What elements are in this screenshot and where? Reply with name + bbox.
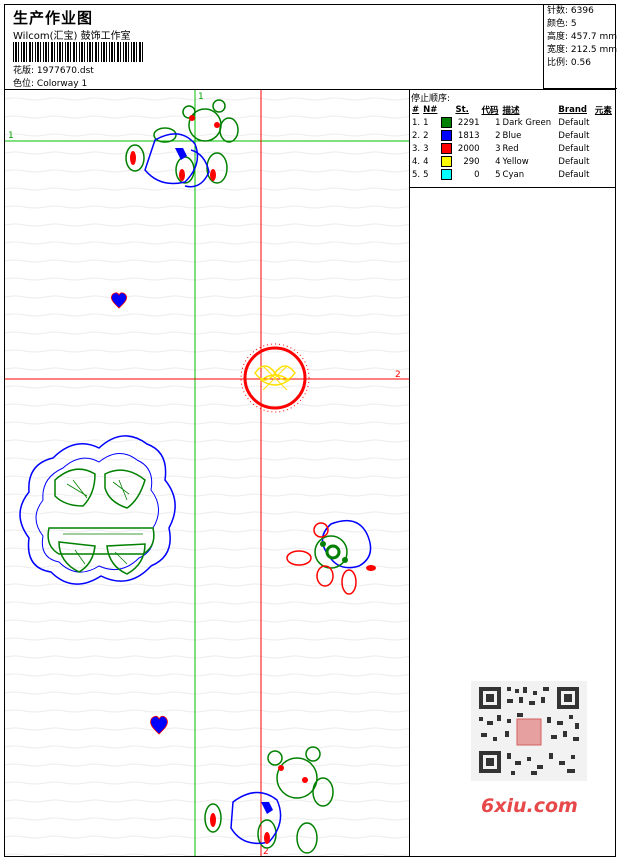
row-brand: Default (558, 143, 590, 154)
table-row: 1. 1 2291 1 Dark Green Default (411, 116, 615, 129)
table-row: 5. 5 0 5 Cyan Default (411, 168, 615, 181)
row-swatch (440, 129, 454, 142)
guide-h1-label: 1 (8, 131, 14, 141)
color-swatch (441, 156, 453, 167)
design-width: 宽度: 212.5 mm (547, 45, 618, 55)
stop-sequence-title: 停止顺序: (411, 94, 451, 104)
row-brand: Default (558, 117, 590, 128)
stop-sequence-table: # N# St. 代码 描述 Brand 元素 1. 1 2291 1 Dark Gre… (411, 103, 615, 181)
color-swatch (441, 169, 453, 180)
company-name: Wilcom(汇宝) 鼓饰工作室 (13, 31, 131, 42)
row-element (594, 116, 615, 129)
col-code: 代码 (481, 105, 499, 116)
row-desc: Yellow (502, 156, 529, 167)
col-brand: Brand (558, 104, 587, 115)
row-swatch (440, 168, 454, 181)
guide-h2-label: 2 (395, 370, 401, 380)
row-element (594, 168, 615, 181)
row-code: 4 (495, 156, 501, 167)
row-stitches: 1813 (457, 130, 480, 141)
row-swatch (440, 142, 454, 155)
row-code: 1 (495, 117, 501, 128)
color-count: 颜色: 5 (547, 19, 577, 29)
barcode (13, 42, 143, 62)
row-desc: Cyan (502, 169, 525, 180)
color-swatch (441, 143, 453, 154)
production-worksheet: 生产作业图 Wilcom(汇宝) 鼓饰工作室 花版: 1977670.dst 色… (4, 4, 617, 857)
page-title: 生产作业图 (13, 9, 94, 27)
qr-code (471, 681, 587, 781)
table-row: 4. 4 290 4 Yellow Default (411, 155, 615, 168)
row-element (594, 142, 615, 155)
row-needle: 3 (423, 143, 429, 154)
row-stitches: 2000 (457, 143, 480, 154)
table-bottom-line (410, 187, 615, 188)
guide-v1-label: 1 (198, 92, 204, 102)
design-file: 1977670.dst (36, 66, 94, 76)
row-desc: Dark Green (502, 117, 552, 128)
row-desc: Red (502, 143, 519, 154)
row-stitches: 290 (463, 156, 480, 167)
row-element (594, 129, 615, 142)
colorway-value: Colorway 1 (36, 79, 88, 89)
row-num: 5. (412, 169, 421, 180)
row-stitches: 2291 (457, 117, 480, 128)
row-needle: 2 (423, 130, 429, 141)
row-brand: Default (558, 130, 590, 141)
design-file-line: 花版: 1977670.dst (13, 63, 94, 76)
row-num: 2. (412, 130, 421, 141)
col-stitches: St. (455, 104, 469, 115)
colorway-line: 色位: Colorway 1 (13, 76, 87, 89)
design-label: 花版: (13, 66, 35, 76)
row-code: 5 (495, 169, 501, 180)
row-num: 4. (412, 156, 421, 167)
col-desc: 描述 (502, 105, 520, 116)
design-height: 高度: 457.7 mm (547, 32, 618, 42)
row-needle: 4 (423, 156, 429, 167)
row-stitches: 0 (474, 169, 480, 180)
table-row: 3. 3 2000 3 Red Default (411, 142, 615, 155)
color-swatch (441, 117, 453, 128)
row-brand: Default (558, 169, 590, 180)
row-brand: Default (558, 156, 590, 167)
row-needle: 5 (423, 169, 429, 180)
table-header-row: # N# St. 代码 描述 Brand 元素 (411, 103, 615, 116)
color-swatch (441, 130, 453, 141)
col-element: 元素 (594, 105, 612, 116)
row-desc: Blue (502, 130, 522, 141)
row-num: 3. (412, 143, 421, 154)
stitch-count: 针数: 6396 (547, 6, 594, 16)
row-swatch (440, 155, 454, 168)
embroidery-design-canvas: 1 1 2 2 (5, 90, 409, 856)
row-element (594, 155, 615, 168)
row-code: 3 (495, 143, 501, 154)
row-num: 1. (412, 117, 421, 128)
watermark-brand: 6xiu.com (481, 795, 578, 817)
col-num: # (412, 104, 420, 115)
row-swatch (440, 116, 454, 129)
design-properties: 针数: 6396 颜色: 5 高度: 457.7 mm 宽度: 212.5 mm… (543, 5, 617, 89)
design-scale: 比例: 0.56 (547, 58, 591, 68)
table-row: 2. 2 1813 2 Blue Default (411, 129, 615, 142)
col-needle: N# (423, 104, 438, 115)
row-code: 2 (495, 130, 501, 141)
colorway-label: 色位: (13, 79, 35, 89)
panel-divider (409, 89, 410, 856)
row-needle: 1 (423, 117, 429, 128)
stop-sequence-panel: 停止顺序: # N# St. 代码 描述 Brand 元素 1. 1 2291 1 Da… (411, 91, 615, 181)
